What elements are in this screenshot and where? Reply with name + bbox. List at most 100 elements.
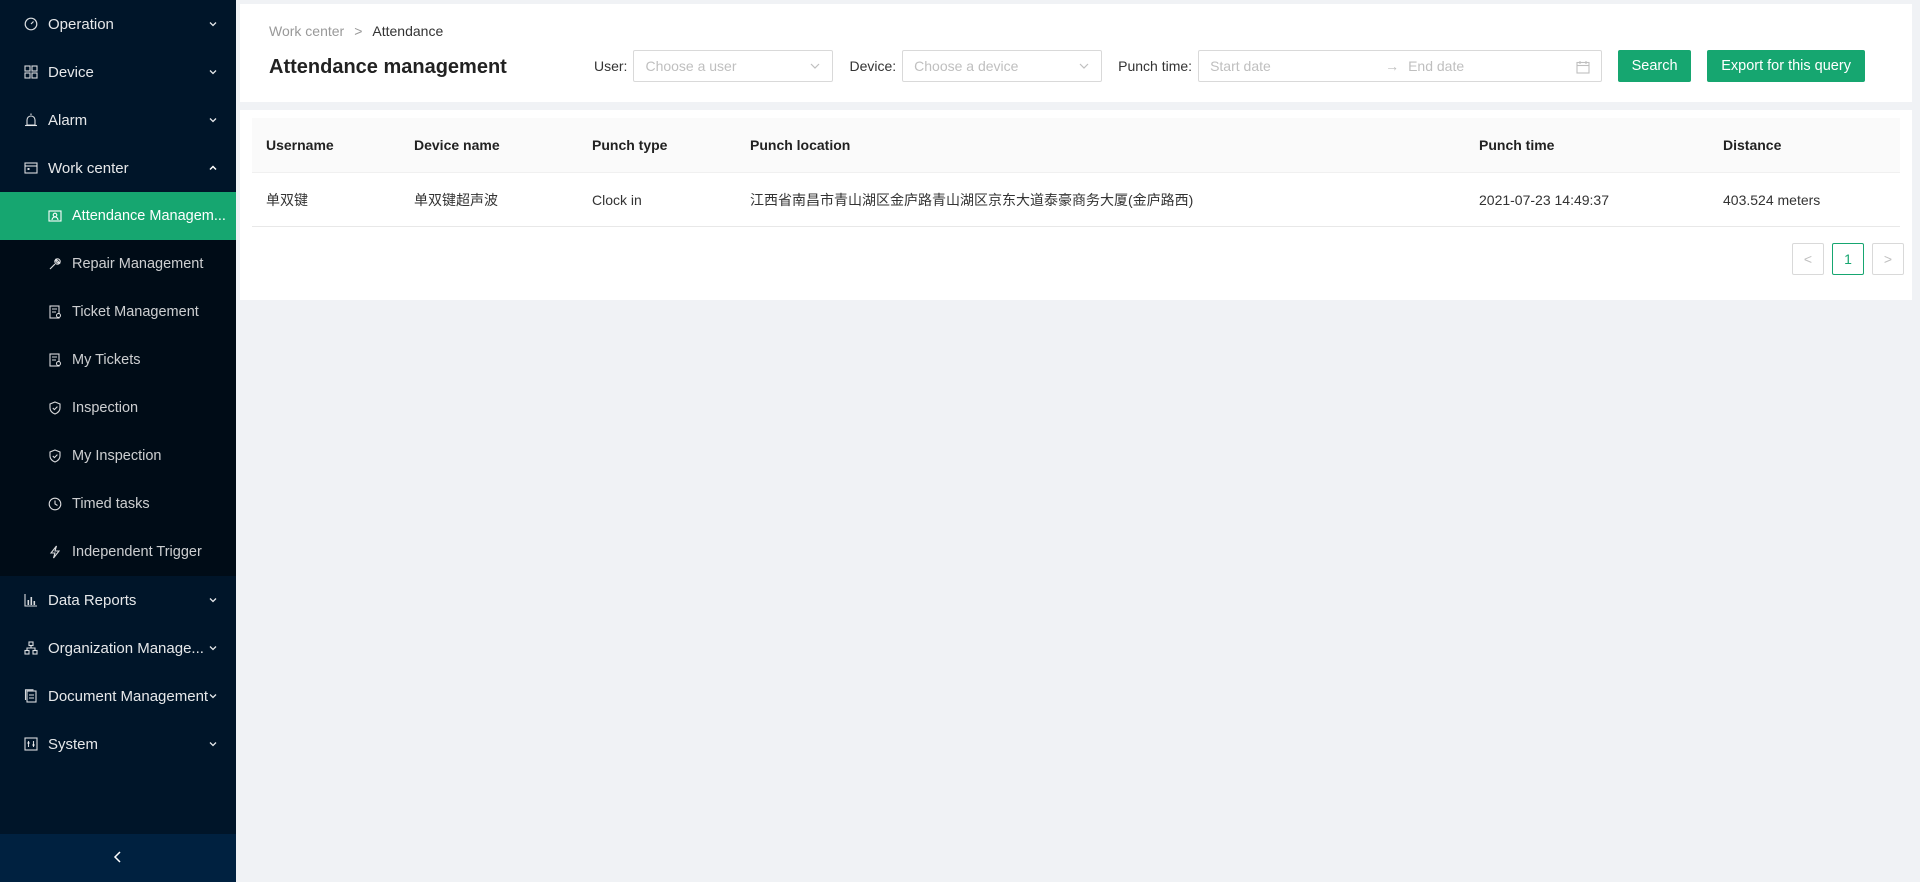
punch-time-filter-label: Punch time: [1118,58,1193,74]
column-header-punch-time: Punch time [1479,137,1555,153]
sidebar-item-label: Device [48,63,94,81]
cell-punch-location: 江西省南昌市青山湖区金庐路青山湖区京东大道泰豪商务大厦(金庐路西) [750,191,1194,208]
sidebar-item-data-reports[interactable]: Data Reports [0,576,236,624]
chevron-up-icon [208,163,218,173]
wrench-icon [48,257,62,271]
device-select-placeholder: Choose a device [914,58,1019,74]
attendance-table-card: Username Device name Punch type Punch lo… [240,110,1912,300]
breadcrumb-current: Attendance [372,23,444,39]
user-select-placeholder: Choose a user [645,58,737,74]
sidebar: Operation Device Alarm Work center Atten… [0,0,236,882]
sidebar-item-operation[interactable]: Operation [0,0,236,48]
page-1-button[interactable]: 1 [1832,243,1864,275]
sidebar-item-work-center[interactable]: Work center [0,144,236,192]
org-icon [24,641,38,655]
sidebar-item-inspection[interactable]: Inspection [0,384,236,432]
attendance-icon [48,209,62,223]
chevron-left-icon [112,850,124,867]
chevron-down-icon [208,643,218,653]
next-page-button[interactable]: > [1872,243,1904,275]
sidebar-item-label: My Inspection [72,448,162,464]
bar-chart-icon [24,593,38,607]
system-icon [24,737,38,751]
sidebar-item-timed-tasks[interactable]: Timed tasks [0,480,236,528]
filter-bar: User: Choose a user Device: Choose a dev… [594,50,1866,82]
breadcrumb-link-work-center[interactable]: Work center [269,23,344,39]
punch-time-range-picker[interactable]: Start date → End date [1198,50,1603,82]
end-date-input[interactable]: End date [1408,58,1464,74]
alarm-icon [24,113,38,127]
cell-punch-type: Clock in [592,191,642,208]
cell-username: 单双键 [266,191,308,208]
prev-page-button[interactable]: < [1792,243,1824,275]
clock-icon [48,497,62,511]
start-date-input[interactable]: Start date [1210,58,1271,74]
chevron-down-icon [809,60,821,72]
sidebar-item-system[interactable]: System [0,720,236,768]
range-arrow-icon: → [1385,58,1400,74]
sidebar-item-label: Repair Management [72,256,204,272]
sidebar-item-repair-management[interactable]: Repair Management [0,240,236,288]
column-header-device-name: Device name [414,137,500,153]
chevron-down-icon [208,115,218,125]
column-header-distance: Distance [1723,137,1782,153]
sidebar-item-organization-management[interactable]: Organization Manage... [0,624,236,672]
cell-device-name: 单双键超声波 [414,191,498,208]
sidebar-item-ticket-management[interactable]: Ticket Management [0,288,236,336]
sidebar-item-label: Alarm [48,111,88,129]
export-query-button[interactable]: Export for this query [1707,50,1866,82]
sidebar-item-my-tickets[interactable]: My Tickets [0,336,236,384]
device-filter-label: Device: [849,58,897,74]
workcenter-icon [24,161,38,175]
sidebar-item-label: Work center [48,159,129,177]
sidebar-item-label: Inspection [72,400,139,416]
sidebar-item-label: Ticket Management [72,304,199,320]
sidebar-item-attendance-management[interactable]: Attendance Managem... [0,192,236,240]
sidebar-menu: Operation Device Alarm Work center [0,0,236,192]
chevron-down-icon [208,19,218,29]
user-filter-label: User: [594,58,628,74]
pagination: < 1 > [1784,243,1904,275]
sidebar-item-label: System [48,735,99,753]
ticket-icon [48,305,62,319]
chevron-down-icon [208,739,218,749]
device-select[interactable]: Choose a device [902,50,1103,82]
cell-punch-time: 2021-07-23 14:49:37 [1479,191,1609,208]
sidebar-item-document-management[interactable]: Document Management [0,672,236,720]
sidebar-item-label: Timed tasks [72,496,150,512]
sidebar-item-label: Attendance Managem... [72,208,226,224]
work-center-submenu: Attendance Managem... Repair Management … [0,192,236,576]
sidebar-item-label: My Tickets [72,352,141,368]
sidebar-item-alarm[interactable]: Alarm [0,96,236,144]
table-header: Username Device name Punch type Punch lo… [252,118,1900,173]
sidebar-item-label: Organization Manage... [48,639,204,657]
sidebar-menu-bottom: Data Reports Organization Manage... Docu… [0,576,236,768]
cell-distance: 403.524 meters [1723,191,1821,208]
table-row: 单双键 单双键超声波 Clock in 江西省南昌市青山湖区金庐路青山湖区京东大… [252,173,1900,227]
main-content: Work center > Attendance Attendance mana… [236,0,1920,882]
shield-icon [48,401,62,415]
sidebar-collapse-button[interactable] [0,834,236,882]
sidebar-item-label: Data Reports [48,591,137,609]
chevron-down-icon [208,691,218,701]
sidebar-item-my-inspection[interactable]: My Inspection [0,432,236,480]
breadcrumb-separator: > [354,23,363,39]
calendar-icon [1576,60,1590,74]
search-button[interactable]: Search [1618,50,1692,82]
lightning-icon [48,545,62,559]
column-header-punch-type: Punch type [592,137,668,153]
sidebar-item-label: Operation [48,15,114,33]
shield-icon [48,449,62,463]
sidebar-item-device[interactable]: Device [0,48,236,96]
page-title: Attendance management [269,56,507,78]
page-header: Work center > Attendance Attendance mana… [240,4,1912,102]
column-header-punch-location: Punch location [750,137,851,153]
sidebar-item-label: Independent Trigger [72,544,202,560]
document-icon [24,689,38,703]
column-header-username: Username [266,137,334,153]
sidebar-item-label: Document Management [48,687,209,705]
user-select[interactable]: Choose a user [633,50,834,82]
breadcrumb: Work center > Attendance [269,23,443,39]
chevron-down-icon [1078,60,1090,72]
sidebar-item-independent-trigger[interactable]: Independent Trigger [0,528,236,576]
